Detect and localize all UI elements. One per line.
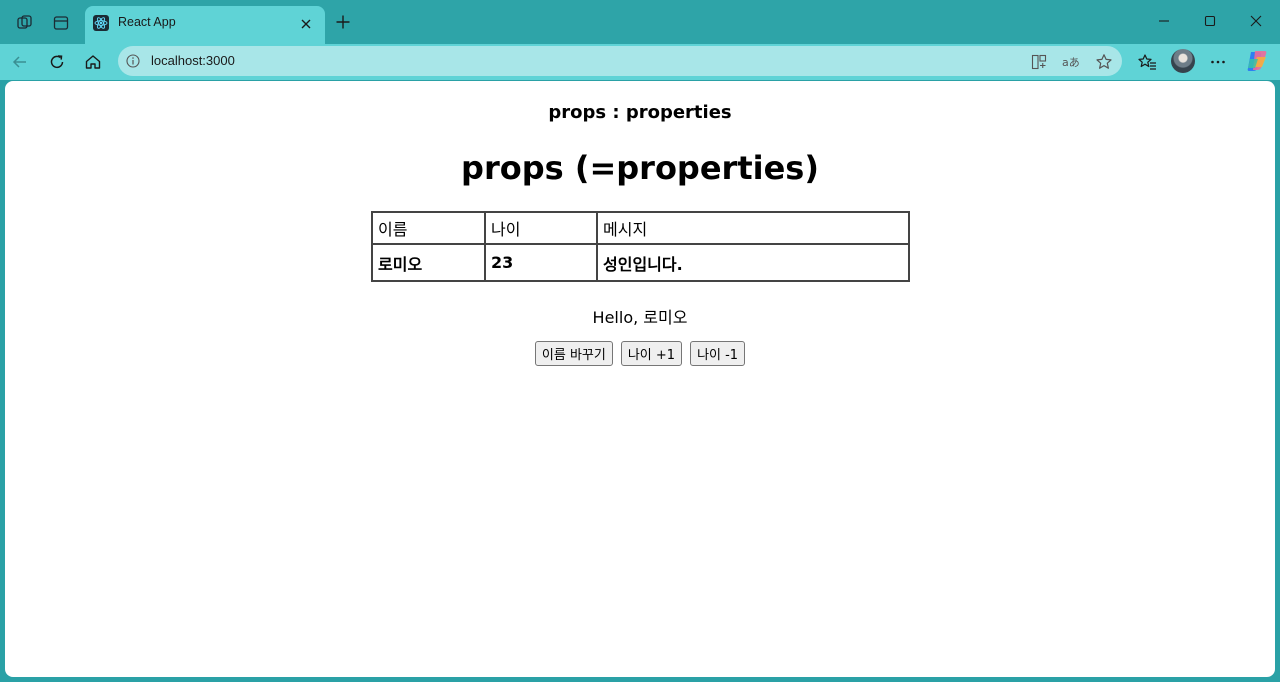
table-cell-message: 성인입니다. [596,243,910,282]
minimize-icon[interactable] [1141,6,1187,36]
page-viewport: props : properties props (=properties) 이… [5,81,1275,677]
close-tab-icon[interactable] [295,13,317,35]
table-cell-age: 23 [484,243,598,282]
svg-text:aあ: aあ [1062,56,1080,69]
address-bar[interactable]: localhost:3000 aあ [118,46,1122,76]
app-available-icon[interactable] [1028,51,1050,73]
refresh-icon[interactable] [42,47,72,77]
back-icon[interactable] [5,47,35,77]
table-cell-age-header: 나이 [484,211,598,245]
home-icon[interactable] [78,47,108,77]
age-plus-button[interactable]: 나이 +1 [620,341,683,366]
page-title: props (=properties) [461,149,819,187]
read-aloud-icon[interactable]: aあ [1060,51,1082,73]
tab-strip: React App [0,0,1280,44]
change-name-button[interactable]: 이름 바꾸기 [534,341,613,366]
close-window-icon[interactable] [1233,6,1279,36]
favorite-star-icon[interactable] [1093,51,1115,73]
table-cell-name: 로미오 [371,243,486,282]
profile-avatar[interactable] [1171,49,1195,73]
table-cell-name-header: 이름 [371,211,486,245]
site-info-icon[interactable] [126,54,140,68]
maximize-icon[interactable] [1187,6,1233,36]
url-text[interactable]: localhost:3000 [151,53,235,68]
age-minus-button[interactable]: 나이 -1 [690,341,746,366]
favorites-icon[interactable] [1132,47,1162,77]
table-cell-message-header: 메시지 [596,211,910,245]
tab-react-app[interactable]: React App [85,6,325,44]
react-icon [93,15,109,31]
browser-toolbar: localhost:3000 aあ [0,44,1280,80]
more-options-icon[interactable] [1203,47,1233,77]
button-row: 이름 바꾸기 나이 +1 나이 -1 [5,341,1275,366]
copilot-icon[interactable] [1245,49,1269,73]
page-subtitle: props : properties [548,102,732,123]
tab-actions-icon[interactable] [47,9,75,37]
greeting-text: Hello, 로미오 [592,308,688,327]
new-tab-icon[interactable] [330,9,356,35]
table-row: 로미오 23 성인입니다. [371,243,910,282]
workspaces-icon[interactable] [11,9,39,37]
tab-title: React App [118,15,176,29]
table-row: 이름 나이 메시지 [371,211,910,245]
props-table: 이름 나이 메시지 로미오 23 성인입니다. [371,211,910,282]
